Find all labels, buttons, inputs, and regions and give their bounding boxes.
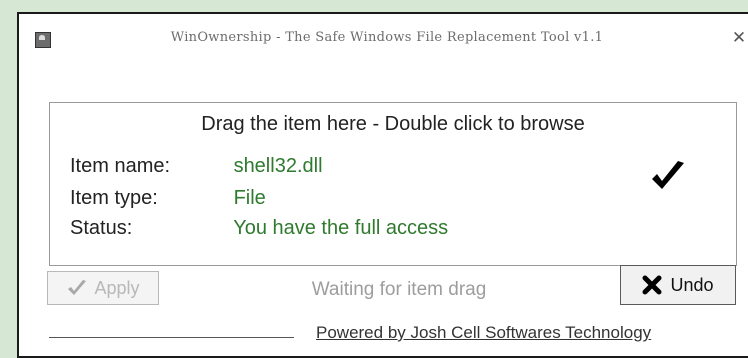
close-button[interactable]: ✕ [729,28,748,48]
drop-zone[interactable]: Drag the item here - Double click to bro… [49,102,737,266]
powered-by-link[interactable]: Powered by Josh Cell Softwares Technolog… [316,323,651,343]
item-name-value: shell32.dll [233,155,323,177]
checkmark-icon [68,280,87,295]
item-name-row: Item name: shell32.dll [70,155,323,178]
drop-zone-header: Drag the item here - Double click to bro… [201,113,585,135]
x-icon [642,275,662,295]
undo-button[interactable]: Undo [620,265,736,305]
status-row: Status: You have the full access [70,217,448,240]
item-type-value: File [233,187,266,209]
drag-status-text: Waiting for item drag [311,279,487,300]
title-bar[interactable]: WinOwnership - The Safe Windows File Rep… [19,14,748,60]
status-value: You have the full access [233,217,449,239]
footer-divider [49,337,294,338]
status-label: Status: [70,217,133,239]
close-icon: ✕ [731,28,747,47]
apply-button[interactable]: Apply [47,271,159,305]
item-type-row: Item type: File [70,187,266,210]
checkmark-icon [652,161,684,189]
app-window: WinOwnership - The Safe Windows File Rep… [17,12,748,358]
apply-button-label: Apply [94,277,140,298]
undo-button-label: Undo [670,274,714,295]
window-title: WinOwnership - The Safe Windows File Rep… [170,30,604,45]
item-type-label: Item type: [70,187,158,209]
item-name-label: Item name: [70,155,171,177]
